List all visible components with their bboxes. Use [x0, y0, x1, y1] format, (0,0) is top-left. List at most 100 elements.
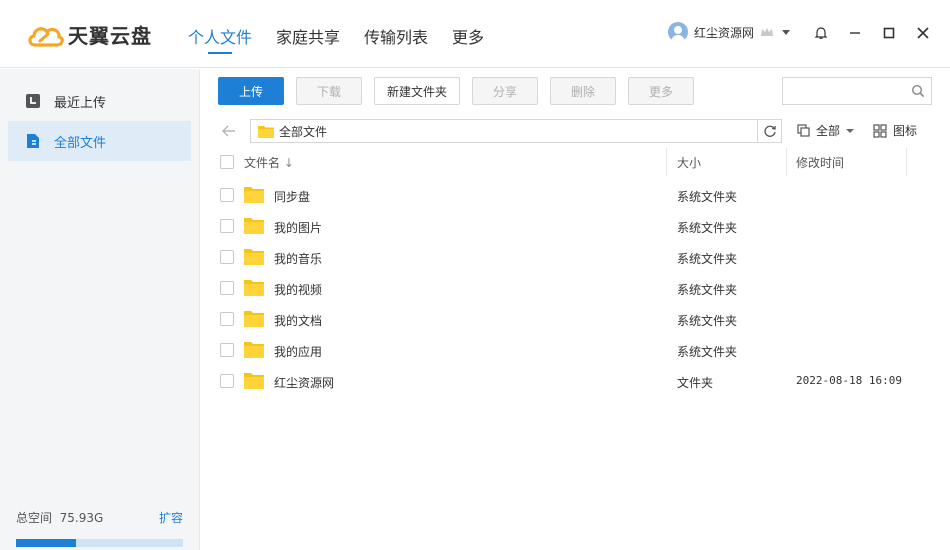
user-name: 红尘资源网 — [694, 25, 755, 40]
row-checkbox[interactable] — [220, 343, 234, 357]
file-icon — [27, 134, 39, 148]
maximize-icon — [883, 27, 895, 39]
file-name[interactable]: 我的视频 — [274, 281, 322, 298]
storage-progress-fill — [16, 539, 77, 547]
folder-icon — [244, 342, 264, 358]
table-row[interactable]: 我的视频 系统文件夹 — [218, 273, 908, 303]
sidebar-item-recent-uploads[interactable]: 最近上传 — [8, 81, 191, 121]
folder-icon — [244, 373, 264, 389]
search-box — [782, 77, 932, 105]
filter-dropdown[interactable]: 全部 — [797, 122, 855, 139]
download-button[interactable]: 下载 — [296, 77, 362, 105]
column-size-header[interactable]: 大小 — [677, 154, 701, 171]
tab-transfer-list[interactable]: 传输列表 — [364, 24, 428, 54]
file-size: 文件夹 — [677, 376, 714, 390]
row-checkbox[interactable] — [220, 374, 234, 388]
toolbar: 上传 下载 新建文件夹 分享 删除 更多 — [218, 77, 706, 105]
new-folder-button[interactable]: 新建文件夹 — [374, 77, 460, 105]
recent-icon — [26, 94, 40, 108]
select-all-checkbox[interactable] — [220, 155, 234, 169]
sidebar-item-label: 全部文件 — [54, 135, 107, 151]
filter-label: 全部 — [816, 124, 841, 138]
grid-icon — [873, 123, 887, 138]
table-row[interactable]: 我的音乐 系统文件夹 — [218, 242, 908, 272]
delete-button[interactable]: 删除 — [550, 77, 616, 105]
column-divider[interactable] — [666, 148, 667, 176]
file-size: 系统文件夹 — [677, 190, 738, 204]
refresh-icon — [763, 125, 776, 137]
folder-icon — [244, 187, 264, 203]
column-divider[interactable] — [906, 148, 907, 176]
minimize-button[interactable] — [846, 24, 864, 42]
brand-name: 天翼云盘 — [68, 24, 152, 48]
main-nav: 个人文件 家庭共享 传输列表 更多 — [188, 24, 508, 54]
file-name[interactable]: 我的音乐 — [274, 250, 322, 267]
file-size: 系统文件夹 — [677, 221, 738, 235]
notification-button[interactable] — [812, 24, 830, 42]
logo: 天翼云盘 — [26, 20, 152, 49]
close-icon — [917, 27, 929, 39]
row-checkbox[interactable] — [220, 312, 234, 326]
app-window: 天翼云盘 个人文件 家庭共享 传输列表 更多 红尘资源网 最近上传 全部文件 总… — [0, 0, 950, 550]
back-arrow-icon[interactable] — [220, 122, 238, 140]
title-bar: 天翼云盘 个人文件 家庭共享 传输列表 更多 红尘资源网 — [0, 0, 950, 68]
sidebar-item-label: 最近上传 — [54, 95, 107, 111]
tab-family-share[interactable]: 家庭共享 — [276, 24, 340, 54]
storage-text: 总空间 75.93G — [16, 509, 103, 526]
view-mode-toggle[interactable]: 图标 — [873, 122, 917, 139]
minimize-icon — [850, 32, 860, 34]
row-checkbox[interactable] — [220, 188, 234, 202]
tab-more[interactable]: 更多 — [452, 24, 484, 54]
sidebar-item-all-files[interactable]: 全部文件 — [8, 121, 191, 161]
view-mode-label: 图标 — [893, 124, 918, 138]
file-size: 系统文件夹 — [677, 252, 738, 266]
folder-icon — [258, 125, 274, 138]
row-checkbox[interactable] — [220, 281, 234, 295]
table-row[interactable]: 我的文档 系统文件夹 — [218, 304, 908, 334]
storage-label: 总空间 — [16, 511, 53, 525]
refresh-button[interactable] — [757, 120, 781, 142]
chevron-down-icon — [782, 29, 791, 35]
tab-personal-files[interactable]: 个人文件 — [188, 24, 252, 54]
upload-button[interactable]: 上传 — [218, 77, 284, 105]
file-name[interactable]: 红尘资源网 — [274, 374, 334, 391]
file-size: 系统文件夹 — [677, 314, 738, 328]
expand-storage-link[interactable]: 扩容 — [159, 509, 183, 526]
user-menu[interactable]: 红尘资源网 — [668, 22, 791, 42]
copy-icon — [797, 124, 810, 137]
search-input[interactable] — [783, 78, 903, 104]
folder-icon — [244, 249, 264, 265]
table-header: 文件名 ↓ 大小 修改时间 — [218, 148, 908, 176]
storage-info: 总空间 75.93G 扩容 — [16, 509, 183, 547]
chevron-down-icon — [846, 128, 855, 133]
search-icon[interactable] — [911, 84, 925, 98]
column-divider[interactable] — [786, 148, 787, 176]
table-row[interactable]: 红尘资源网 文件夹 2022-08-18 16:09 — [218, 366, 908, 396]
row-checkbox[interactable] — [220, 250, 234, 264]
table-row[interactable]: 同步盘 系统文件夹 — [218, 180, 908, 210]
file-name[interactable]: 我的应用 — [274, 343, 322, 360]
file-name[interactable]: 我的文档 — [274, 312, 322, 329]
storage-progress-bar — [16, 539, 183, 547]
file-name[interactable]: 同步盘 — [274, 188, 310, 205]
share-button[interactable]: 分享 — [472, 77, 538, 105]
sidebar: 最近上传 全部文件 总空间 75.93G 扩容 — [0, 69, 200, 550]
column-name-header[interactable]: 文件名 ↓ — [244, 154, 294, 171]
bell-icon — [814, 27, 828, 39]
row-checkbox[interactable] — [220, 219, 234, 233]
maximize-button[interactable] — [880, 24, 898, 42]
table-row[interactable]: 我的应用 系统文件夹 — [218, 335, 908, 365]
column-modified-header[interactable]: 修改时间 — [796, 154, 844, 171]
more-button[interactable]: 更多 — [628, 77, 694, 105]
storage-value: 75.93G — [59, 511, 104, 525]
file-name[interactable]: 我的图片 — [274, 219, 322, 236]
file-modified: 2022-08-18 16:09 — [796, 374, 902, 387]
path-bar[interactable]: 全部文件 — [250, 119, 782, 143]
avatar-icon — [668, 22, 688, 42]
file-size: 系统文件夹 — [677, 345, 738, 359]
close-button[interactable] — [914, 24, 932, 42]
column-name-label: 文件名 — [244, 156, 281, 170]
table-row[interactable]: 我的图片 系统文件夹 — [218, 211, 908, 241]
cloud-logo-icon — [28, 26, 64, 47]
folder-icon — [244, 311, 264, 327]
